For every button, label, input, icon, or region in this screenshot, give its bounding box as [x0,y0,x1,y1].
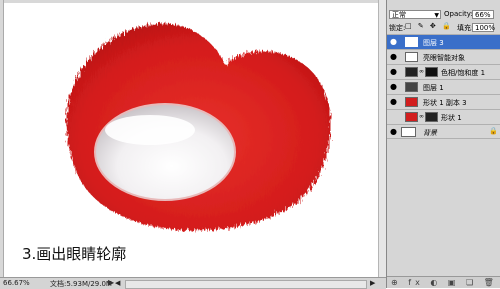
layer-name: 形状 1 [441,114,462,122]
layer-row[interactable]: ● ∞ 形状 1 [387,109,500,124]
adjustment-thumbnail [405,67,418,77]
status-menu-arrow-icon[interactable]: ▶ [108,278,114,287]
chevron-down-icon: ▼ [434,12,439,19]
eye-icon[interactable]: ● [390,128,399,136]
blend-mode-value: 正常 [392,11,406,19]
layer-row[interactable]: ● ∞ 色相/饱和度 1 [387,64,500,79]
eye-icon[interactable]: ● [390,83,399,91]
layer-row[interactable]: ● 图层 3 [387,34,500,49]
layer-row[interactable]: ● 亮眼智能对象 [387,49,500,64]
scroll-right-icon[interactable]: ▶ [370,279,375,287]
eye-icon[interactable]: ● [390,38,399,46]
layer-thumbnail [405,82,418,92]
scroll-left-icon[interactable]: ◀ [115,279,120,287]
red-fur-shape [66,23,331,231]
eye-icon[interactable]: ● [390,68,399,76]
layers-panel-toolbar[interactable]: ⊕ fx ◐ ▣ ❏ 🗑 [387,276,500,288]
eye-icon[interactable]: ● [390,53,399,61]
layer-thumbnail [405,37,418,47]
fill-label: 填充: [457,24,474,32]
lock-row: 锁定: □ ✎ ✥ 🔒 填充: 100% [387,22,500,33]
layer-thumbnail [401,127,416,137]
zoom-level[interactable]: 66.67% [3,279,30,287]
document-canvas[interactable]: 3.画出眼睛轮廓 [0,0,386,277]
mask-thumbnail [425,67,438,77]
eye-icon[interactable]: ● [390,98,399,106]
mask-thumbnail [425,112,438,122]
lock-icons[interactable]: □ ✎ ✥ 🔒 [405,22,453,30]
vertical-scrollbar[interactable] [378,0,386,277]
layer-name: 色相/饱和度 1 [441,69,486,77]
status-bar: 66.67% 文档:5.93M/29.0M ▶ ◀ ▶ [0,277,386,289]
lock-icon: 🔒 [489,127,498,135]
lock-label: 锁定: [389,24,406,32]
layer-name: 背景 [423,129,437,137]
layer-thumbnail [405,97,418,107]
step-caption: 3.画出眼睛轮廓 [22,245,127,263]
layer-row[interactable]: ● 背景 🔒 [387,124,500,139]
layer-name: 亮眼智能对象 [423,54,465,62]
blend-row: 正常 ▼ Opacity: 66% [387,9,500,20]
layer-name: 图层 1 [423,84,444,92]
layer-thumbnail [405,52,418,62]
fill-input[interactable]: 100% [472,23,495,32]
layers-panel: 正常 ▼ Opacity: 66% 锁定: □ ✎ ✥ 🔒 填充: 100% ●… [386,0,500,288]
layer-row[interactable]: ● 形状 1 副本 3 [387,94,500,109]
blend-mode-select[interactable]: 正常 ▼ [389,10,441,19]
layer-row[interactable]: ● 图层 1 [387,79,500,94]
link-icon: ∞ [419,113,424,120]
link-icon: ∞ [419,68,424,75]
opacity-label: Opacity: [444,10,473,18]
layer-thumbnail [405,112,418,122]
opacity-input[interactable]: 66% [472,10,494,19]
layer-name: 图层 3 [423,39,444,47]
layer-name: 形状 1 副本 3 [423,99,467,107]
